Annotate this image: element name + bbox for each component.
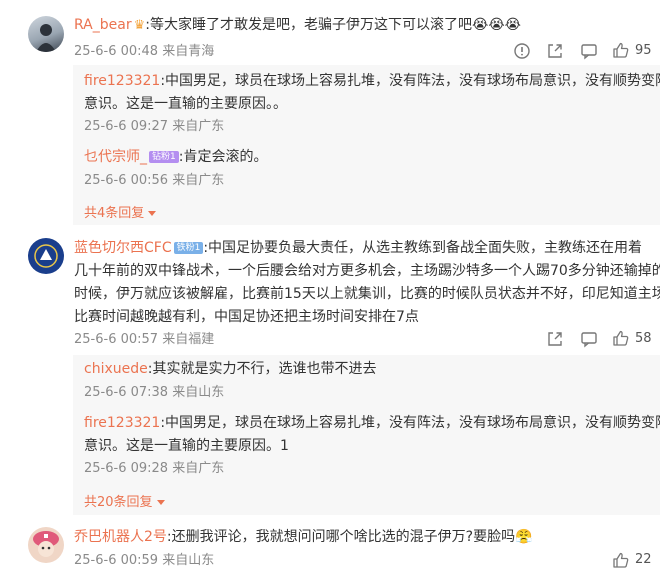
report-icon[interactable] xyxy=(513,42,531,60)
avatar[interactable] xyxy=(28,238,64,274)
avatar[interactable] xyxy=(28,527,64,563)
reply-meta: 25-6-6 09:27 来自广东 xyxy=(84,118,224,136)
more-replies-link[interactable]: 共20条回复 xyxy=(84,491,165,510)
reply-username[interactable]: 乜代宗师_ xyxy=(84,149,147,165)
comment-icon[interactable] xyxy=(580,42,598,60)
comment-meta: 25-6-6 00:57 来自福建 xyxy=(74,331,214,349)
emoji: 😤 xyxy=(515,529,533,545)
reply-username[interactable]: chixuede xyxy=(84,361,148,377)
reply-text-continued: 意识。这是一直输的主要原因。。 xyxy=(84,96,287,112)
reply-text: :肯定会滚的。 xyxy=(178,149,268,165)
comment-text: :中国足协要负最大责任，从选主教练到备战全面失败，主教练还在用着 xyxy=(203,240,643,256)
like-count: 22 xyxy=(635,552,652,567)
username[interactable]: RA_bear xyxy=(74,17,132,33)
reply-text: :其实就是实力不行，选谁也带不进去 xyxy=(147,361,377,377)
location: 来自青海 xyxy=(162,44,215,59)
more-replies-label: 共4条回复 xyxy=(84,206,145,221)
more-replies-link[interactable]: 共4条回复 xyxy=(84,202,157,221)
comment-body: 蓝色切尔西CFC 铁粉1:中国足协要负最大责任，从选主教练到备战全面失败，主教练还… xyxy=(74,237,642,260)
location: 来自山东 xyxy=(162,553,215,568)
location: 来自福建 xyxy=(162,332,215,347)
location: 来自广东 xyxy=(172,461,225,476)
comment-body: 乔巴机器人2号:还删我评论，我就想问问哪个啥比选的混子伊万?要脸吗😤 xyxy=(74,526,533,549)
like-count: 95 xyxy=(635,43,652,58)
caret-down-icon xyxy=(148,211,157,216)
avatar[interactable] xyxy=(28,16,64,52)
comment-text: :还删我评论，我就想问问哪个啥比选的混子伊万?要脸吗 xyxy=(166,529,516,545)
reply-item: fire123321:中国男足，球员在球场上容易扎堆，没有阵法，没有球场布局意识… xyxy=(84,412,660,435)
caret-down-icon xyxy=(156,500,165,505)
comment-text-line: 比赛时间越晚越有利，中国足协还把主场时间安排在7点 xyxy=(74,309,419,325)
timestamp: 25-6-6 00:56 xyxy=(84,173,169,188)
emoji: 😭 xyxy=(504,17,522,33)
reply-meta: 25-6-6 09:28 来自广东 xyxy=(84,460,224,478)
reply-text-continued: 意识。这是一直输的主要原因。1 xyxy=(84,438,289,454)
share-icon[interactable] xyxy=(546,330,564,348)
avatar-image xyxy=(36,24,56,52)
fan-badge: 铁粉1 xyxy=(173,242,204,254)
comment-text-line: 几十年前的双中锋战术，一个后腰会给对方更多机会，主场踢沙特多一个人踢70多分钟还… xyxy=(74,263,660,279)
crown-icon: ♛ xyxy=(133,18,146,33)
reply-text: :中国男足，球员在球场上容易扎堆，没有阵法，没有球场布局意识，没有顺势变阵 xyxy=(160,73,660,89)
avatar-image xyxy=(33,531,59,557)
reply-username[interactable]: fire123321 xyxy=(84,415,160,431)
location: 来自广东 xyxy=(172,119,225,134)
more-replies-label: 共20条回复 xyxy=(84,495,153,510)
avatar-image xyxy=(34,244,58,268)
reply-item: chixuede:其实就是实力不行，选谁也带不进去 xyxy=(84,358,376,381)
emoji: 😭 xyxy=(471,17,489,33)
timestamp: 25-6-6 09:28 xyxy=(84,461,169,476)
timestamp: 25-6-6 00:59 xyxy=(74,553,159,568)
reply-item: 乜代宗师_ 钻粉1:肯定会滚的。 xyxy=(84,146,267,169)
location: 来自广东 xyxy=(172,173,225,188)
reply-meta: 25-6-6 07:38 来自山东 xyxy=(84,384,224,402)
timestamp: 25-6-6 00:57 xyxy=(74,332,159,347)
comment-meta: 25-6-6 00:48 来自青海 xyxy=(74,43,214,61)
like-count: 58 xyxy=(635,331,652,346)
reply-meta: 25-6-6 00:56 来自广东 xyxy=(84,172,224,190)
like-icon[interactable] xyxy=(612,551,630,569)
timestamp: 25-6-6 00:48 xyxy=(74,44,159,59)
comment-text: :等大家睡了才敢发是吧，老骗子伊万这下可以滚了吧 xyxy=(145,17,472,33)
location: 来自山东 xyxy=(172,385,225,400)
username[interactable]: 蓝色切尔西CFC xyxy=(74,240,172,256)
reply-username[interactable]: fire123321 xyxy=(84,73,160,89)
like-icon[interactable] xyxy=(612,41,630,59)
comment-meta: 25-6-6 00:59 来自山东 xyxy=(74,552,214,570)
timestamp: 25-6-6 07:38 xyxy=(84,385,169,400)
reply-item: fire123321:中国男足，球员在球场上容易扎堆，没有阵法，没有球场布局意识… xyxy=(84,70,660,93)
comment-icon[interactable] xyxy=(580,330,598,348)
reply-text: :中国男足，球员在球场上容易扎堆，没有阵法，没有球场布局意识，没有顺势变阵 xyxy=(160,415,660,431)
comment-body: RA_bear ♛:等大家睡了才敢发是吧，老骗子伊万这下可以滚了吧😭😭😭 xyxy=(74,14,521,37)
share-icon[interactable] xyxy=(546,42,564,60)
username[interactable]: 乔巴机器人2号 xyxy=(74,529,167,545)
like-icon[interactable] xyxy=(612,329,630,347)
timestamp: 25-6-6 09:27 xyxy=(84,119,169,134)
fan-badge: 钻粉1 xyxy=(149,151,179,163)
comment-text-line: 时候，伊万就应该被解雇，比赛前15天以上就集训，比赛的时候队员状态并不好，印尼知… xyxy=(74,286,660,302)
emoji: 😭 xyxy=(488,17,505,33)
